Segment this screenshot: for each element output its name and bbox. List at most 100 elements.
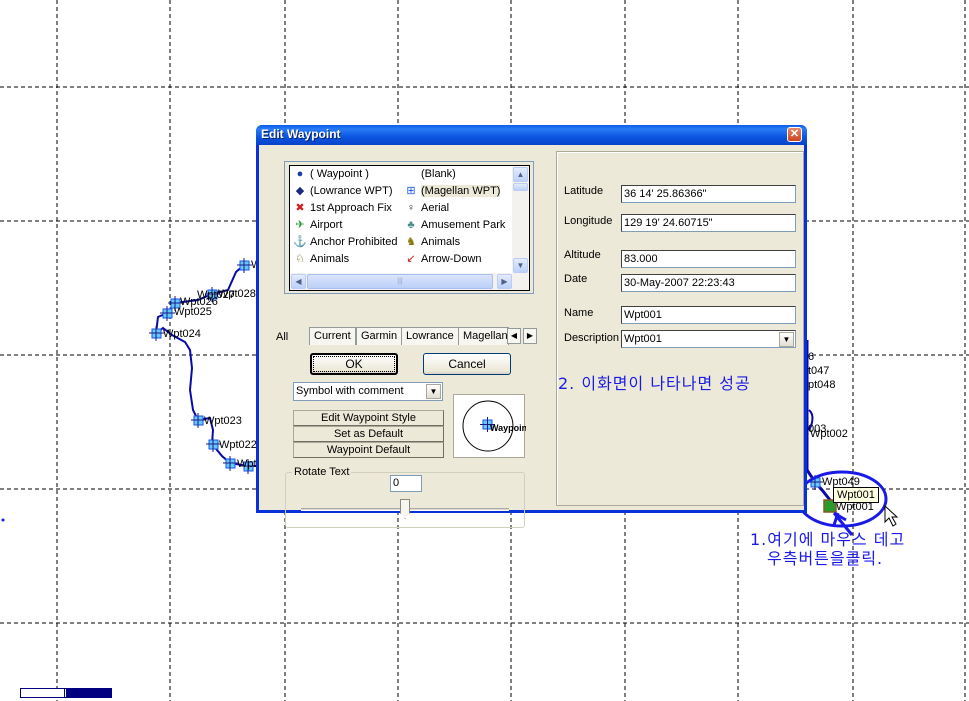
chevron-down-icon[interactable]: ▼ xyxy=(779,332,794,347)
symbol-listbox[interactable]: ● ( Waypoint ) (Blank) ◆ (Lowrance WPT) ⊞ (Mag… xyxy=(289,165,530,291)
arrow-down-icon: ↙ xyxy=(406,253,416,265)
scroll-up-button[interactable]: ▲ xyxy=(513,167,528,182)
wpt-label-028: Wpt028 xyxy=(218,288,256,300)
approach-x-icon: ✖ xyxy=(295,202,305,214)
symbol-list-item[interactable]: ⚓ Anchor Prohibited xyxy=(293,234,397,251)
preview-label: Waypoint xyxy=(490,423,526,433)
magellan-cross-icon: ⊞ xyxy=(406,185,416,197)
lowrance-diamond-icon: ◆ xyxy=(295,185,305,197)
description-label: Description xyxy=(564,332,620,344)
name-label: Name xyxy=(564,307,594,319)
horizontal-scrollbar[interactable]: ◀ ||| ▶ xyxy=(290,273,529,290)
description-combo[interactable]: Wpt001 ▼ xyxy=(621,330,796,348)
symbol-list-item-label: Arrow-Down xyxy=(421,253,482,265)
anchor-prohibited-icon: ⚓ xyxy=(293,236,307,248)
instruction-annotation: 1.여기에 마우스 데고 우측버튼을클릭. xyxy=(750,530,905,568)
symbol-list-item-label: Amusement Park xyxy=(421,219,506,231)
wpt-label-046-partial: 6 xyxy=(808,351,814,363)
symbol-list-item-label: ( Waypoint ) xyxy=(310,168,369,180)
tab-lowrance[interactable]: Lowrance xyxy=(401,327,459,345)
scroll-left-button[interactable]: ◀ xyxy=(291,274,306,289)
latitude-label: Latitude xyxy=(564,185,604,197)
animals-deer-icon: ♞ xyxy=(406,236,416,248)
symbol-list-item-label: 1st Approach Fix xyxy=(310,202,392,214)
symbol-preview: Waypoint xyxy=(453,394,530,458)
tab-all[interactable]: All xyxy=(273,329,292,347)
date-field[interactable]: 30-May-2007 22:23:43 xyxy=(621,274,796,292)
scale-bar-blue-segment xyxy=(66,689,111,697)
success-annotation: 2. 이화면이 나타나면 성공 xyxy=(558,374,751,393)
preview-graphic: Waypoint xyxy=(462,400,530,452)
wpt-label-047-partial: t047 xyxy=(808,365,829,377)
altitude-label: Altitude xyxy=(564,249,601,261)
symbol-list-item-label: Anchor Prohibited xyxy=(310,236,398,248)
map-scale-bar xyxy=(20,688,112,698)
vertical-scrollbar[interactable]: ▲ ▼ xyxy=(512,166,529,274)
horizontal-scroll-thumb[interactable]: ||| xyxy=(307,274,493,289)
symbol-list-item-label: (Blank) xyxy=(421,168,456,180)
symbol-list-item[interactable]: ✖ 1st Approach Fix xyxy=(293,200,392,217)
dialog-title: Edit Waypoint xyxy=(261,127,341,141)
tab-scroll-right-icon[interactable]: ▶ xyxy=(523,328,537,344)
symbol-list-item-label: Animals xyxy=(421,236,461,248)
stray-point xyxy=(1,518,5,522)
symbol-list-item[interactable]: ♣ Amusement Park xyxy=(404,217,505,234)
latitude-field[interactable]: 36 14' 25.86366" xyxy=(621,185,796,203)
scroll-thumb[interactable] xyxy=(513,183,528,191)
longitude-label: Longitude xyxy=(564,215,613,227)
animals-deer-yellow-icon: ♘ xyxy=(295,253,305,265)
name-field[interactable]: Wpt001 xyxy=(621,306,796,324)
amusement-park-icon: ♣ xyxy=(407,219,415,231)
tab-current[interactable]: Current xyxy=(309,327,356,345)
wpt-label-002: Wpt002 xyxy=(810,428,848,440)
close-button[interactable]: ✕ xyxy=(787,127,802,142)
symbol-list-item[interactable]: ↙ Arrow-Down xyxy=(404,251,482,268)
mouse-cursor-icon xyxy=(884,504,899,527)
symbol-list-item[interactable]: ♀ Aerial xyxy=(404,200,449,217)
dialog-titlebar[interactable]: Edit Waypoint ✕ xyxy=(256,125,807,145)
symbol-list-item[interactable]: ✈ Airport xyxy=(293,217,342,234)
wpt-label-024: Wpt024 xyxy=(163,328,201,340)
scroll-down-button[interactable]: ▼ xyxy=(513,258,528,273)
symbol-list-item-label: (Lowrance WPT) xyxy=(310,185,393,197)
longitude-field[interactable]: 129 19' 24.60715" xyxy=(621,214,796,232)
symbol-list-item-label: Animals xyxy=(310,253,350,265)
edit-waypoint-style-button[interactable]: Edit Waypoint Style xyxy=(293,410,444,426)
description-value: Wpt001 xyxy=(624,333,662,345)
rotate-text-group: Rotate Text 0 xyxy=(285,466,525,528)
symbol-list-item[interactable]: ● ( Waypoint ) xyxy=(293,166,369,183)
waypoint-marker-icon[interactable] xyxy=(237,258,252,273)
set-as-default-button[interactable]: Set as Default xyxy=(293,426,444,442)
wpt-label-023: Wpt023 xyxy=(204,415,242,427)
display-style-select[interactable]: Symbol with comment ▼ xyxy=(293,382,443,401)
cancel-button[interactable]: Cancel xyxy=(423,353,511,375)
tab-garmin[interactable]: Garmin xyxy=(356,327,403,345)
chevron-down-icon[interactable]: ▼ xyxy=(426,384,441,399)
symbol-list-item-label: Airport xyxy=(310,219,343,231)
wpt-label-048-partial: pt048 xyxy=(808,379,836,391)
waypoint-tooltip: Wpt001 xyxy=(833,487,879,503)
waypoint-dot-icon: ● xyxy=(296,168,304,180)
rotate-text-input[interactable]: 0 xyxy=(390,475,422,492)
aerial-icon: ♀ xyxy=(406,202,416,214)
wpt-label-025: Wpt025 xyxy=(174,306,212,318)
tab-scroll-left-icon[interactable]: ◀ xyxy=(507,328,521,344)
rotate-slider-thumb[interactable] xyxy=(400,499,410,519)
symbol-list-item[interactable]: ♞ Animals xyxy=(404,234,460,251)
instruction-line-2: 우측버튼을클릭. xyxy=(767,549,884,568)
altitude-field[interactable]: 83.000 xyxy=(621,250,796,268)
symbol-list-item[interactable]: (Blank) xyxy=(404,166,456,183)
waypoint-default-button[interactable]: Waypoint Default xyxy=(293,442,444,458)
ok-button[interactable]: OK xyxy=(310,353,398,375)
symbol-list-item[interactable]: ◆ (Lowrance WPT) xyxy=(293,183,393,200)
symbol-list-item-label: Aerial xyxy=(421,202,450,214)
symbol-listbox-frame: ● ( Waypoint ) (Blank) ◆ (Lowrance WPT) ⊞ (Mag… xyxy=(284,161,534,294)
date-label: Date xyxy=(564,273,588,285)
scroll-right-button[interactable]: ▶ xyxy=(497,274,512,289)
scale-bar-white-segment xyxy=(21,689,65,697)
close-icon: ✕ xyxy=(789,128,800,140)
instruction-line-1: 1.여기에 마우스 데고 xyxy=(750,530,906,549)
symbol-list-item[interactable]: ♘ Animals xyxy=(293,251,349,268)
tab-magellan[interactable]: Magellan xyxy=(458,327,509,345)
symbol-list-item[interactable]: ⊞ (Magellan WPT) xyxy=(404,183,501,200)
